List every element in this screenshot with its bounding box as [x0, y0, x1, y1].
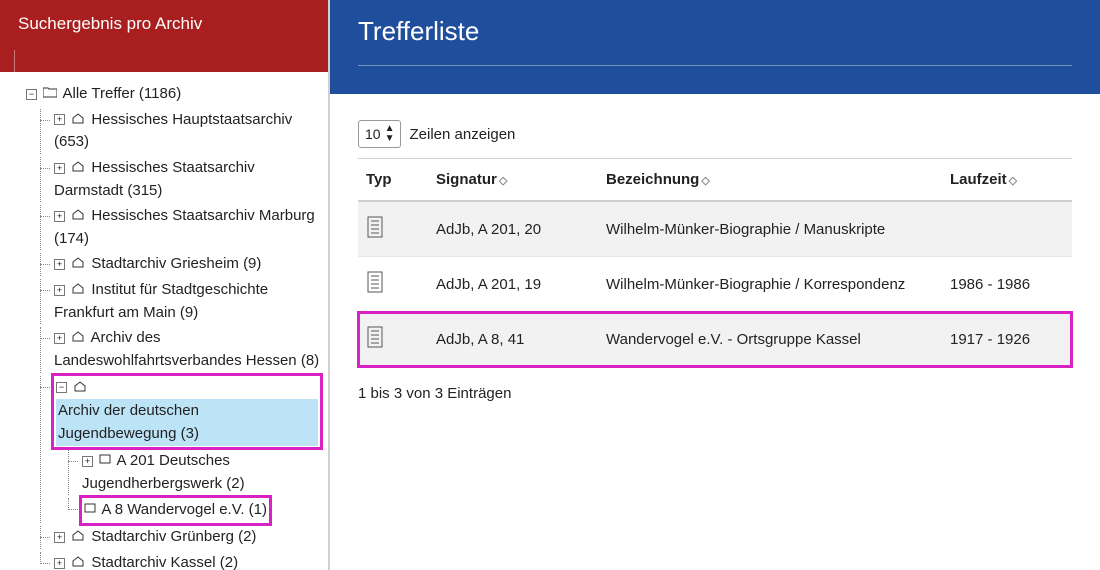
rows-select-value: 10 [365, 126, 381, 142]
house-icon [71, 327, 85, 350]
results-table: Typ Signatur◇ Bezeichnung◇ Laufzeit◇ AdJ… [358, 158, 1072, 367]
table-row-highlighted[interactable]: AdJb, A 8, 41 Wandervogel e.V. - Ortsgru… [358, 312, 1072, 367]
tree-toggle[interactable]: + [82, 456, 93, 467]
tree-node-selected[interactable]: Archiv der deutschen Jugendbewegung (3) [56, 399, 318, 446]
tree-toggle[interactable]: + [54, 532, 65, 543]
tree-toggle[interactable]: + [54, 163, 65, 174]
cell-laufzeit: 1986 - 1986 [942, 257, 1072, 312]
tree-node-highlighted: − Archiv der deutschen Jugendbewegung (3… [54, 376, 320, 448]
sidebar-header: Suchergebnis pro Archiv [0, 0, 328, 72]
cell-signatur: AdJb, A 8, 41 [428, 312, 598, 367]
tree-toggle[interactable]: − [26, 89, 37, 100]
folder-open-icon [43, 83, 57, 106]
box-icon [99, 450, 111, 473]
tree-toggle[interactable]: − [56, 382, 67, 393]
tree-toggle[interactable]: + [54, 558, 65, 569]
sort-icon: ◇ [701, 175, 709, 187]
cell-laufzeit: 1917 - 1926 [942, 312, 1072, 367]
house-icon [71, 279, 85, 302]
table-row[interactable]: AdJb, A 201, 19 Wilhelm-Münker-Biographi… [358, 257, 1072, 312]
tree-node[interactable]: Hessisches Hauptstaatsarchiv (653) [54, 111, 292, 151]
tree-node[interactable]: Hessisches Staatsarchiv Marburg (174) [54, 207, 315, 247]
tree-node[interactable]: Stadtarchiv Kassel (2) [91, 554, 238, 570]
rows-select[interactable]: 10 ▲▼ [358, 120, 401, 148]
col-header-signatur[interactable]: Signatur◇ [428, 159, 598, 202]
tree-node-highlighted: A 8 Wandervogel e.V. (1) [82, 498, 269, 523]
house-icon [71, 157, 85, 180]
document-icon [366, 216, 384, 242]
sort-icon: ◇ [1009, 175, 1017, 187]
rows-per-page-control: 10 ▲▼ Zeilen anzeigen [358, 120, 1072, 148]
tree-toggle[interactable]: + [54, 285, 65, 296]
tree-node[interactable]: Stadtarchiv Grünberg (2) [91, 528, 256, 545]
results-content: 10 ▲▼ Zeilen anzeigen Typ Signatur◇ Beze… [330, 94, 1100, 570]
house-icon [71, 109, 85, 132]
house-icon [73, 377, 87, 400]
results-count: 1 bis 3 von 3 Einträgen [358, 385, 1072, 402]
cell-bezeichnung: Wandervogel e.V. - Ortsgruppe Kassel [598, 312, 942, 367]
cell-laufzeit [942, 201, 1072, 257]
cell-signatur: AdJb, A 201, 19 [428, 257, 598, 312]
house-icon [71, 205, 85, 228]
tree-node[interactable]: Stadtarchiv Griesheim (9) [91, 256, 261, 273]
sidebar: Suchergebnis pro Archiv − Alle Treffer (… [0, 0, 330, 570]
document-icon [366, 271, 384, 297]
sort-icon: ◇ [499, 175, 507, 187]
col-header-laufzeit[interactable]: Laufzeit◇ [942, 159, 1072, 202]
tree-toggle[interactable]: + [54, 114, 65, 125]
house-icon [71, 526, 85, 549]
cell-signatur: AdJb, A 201, 20 [428, 201, 598, 257]
tree-node[interactable]: Institut für Stadtgeschichte Frankfurt a… [54, 281, 268, 321]
tree-toggle[interactable]: + [54, 259, 65, 270]
document-icon [366, 326, 384, 352]
tree-node[interactable]: A 8 Wandervogel e.V. (1) [101, 502, 267, 519]
table-header-row: Typ Signatur◇ Bezeichnung◇ Laufzeit◇ [358, 159, 1072, 202]
cell-bezeichnung: Wilhelm-Münker-Biographie / Korresponden… [598, 257, 942, 312]
select-caret-icon: ▲▼ [385, 124, 395, 144]
page-title: Trefferliste [358, 16, 1072, 66]
main-header: Trefferliste [330, 0, 1100, 94]
col-header-bezeichnung[interactable]: Bezeichnung◇ [598, 159, 942, 202]
cell-bezeichnung: Wilhelm-Münker-Biographie / Manuskripte [598, 201, 942, 257]
table-row[interactable]: AdJb, A 201, 20 Wilhelm-Münker-Biographi… [358, 201, 1072, 257]
box-icon [84, 499, 96, 522]
house-icon [71, 552, 85, 570]
house-icon [71, 253, 85, 276]
tree-toggle[interactable]: + [54, 211, 65, 222]
main-panel: Trefferliste 10 ▲▼ Zeilen anzeigen Typ S… [330, 0, 1100, 570]
archive-tree: − Alle Treffer (1186) + Hessisches Haupt… [0, 72, 328, 570]
tree-node[interactable]: Archiv des Landeswohlfahrtsverbandes Hes… [54, 330, 319, 370]
col-header-typ[interactable]: Typ [358, 159, 428, 202]
tree-toggle[interactable]: + [54, 333, 65, 344]
rows-select-label: Zeilen anzeigen [409, 126, 515, 143]
tree-root[interactable]: Alle Treffer (1186) [63, 85, 182, 102]
